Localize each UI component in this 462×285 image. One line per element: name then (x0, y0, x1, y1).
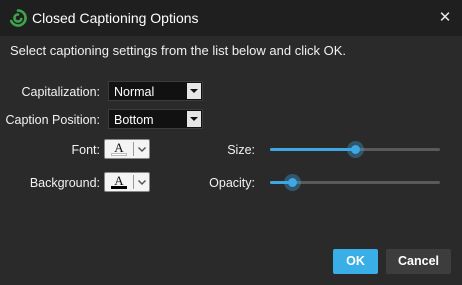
title-bar[interactable]: Closed Captioning Options ✕ (0, 0, 462, 36)
capitalization-value: Normal (114, 85, 155, 99)
background-color-picker[interactable]: A (104, 172, 150, 192)
chevron-down-icon (187, 83, 201, 99)
opacity-slider-thumb[interactable] (284, 174, 301, 191)
dialog-title: Closed Captioning Options (32, 10, 199, 26)
caption-position-value: Bottom (114, 113, 154, 127)
font-color-swatch: A (107, 140, 131, 157)
background-color-bar (111, 186, 127, 189)
chevron-down-icon (136, 175, 148, 189)
closed-captioning-dialog: Closed Captioning Options ✕ Select capti… (0, 0, 462, 285)
opacity-slider[interactable] (270, 172, 440, 192)
caption-position-select[interactable]: Bottom (108, 109, 203, 129)
color-picker-divider (133, 142, 134, 156)
font-label: Font: (71, 143, 101, 157)
font-color-picker[interactable]: A (104, 139, 150, 159)
background-label: Background: (29, 176, 100, 190)
size-slider[interactable] (270, 139, 440, 159)
size-slider-thumb[interactable] (347, 141, 364, 158)
size-slider-fill (270, 148, 355, 151)
background-color-swatch: A (107, 173, 131, 190)
chevron-down-icon (187, 111, 201, 127)
color-picker-divider (133, 175, 134, 189)
close-icon[interactable]: ✕ (436, 9, 454, 27)
ok-button[interactable]: OK (333, 249, 378, 274)
capitalization-select[interactable]: Normal (108, 81, 203, 101)
size-label: Size: (227, 143, 255, 157)
opacity-label: Opacity: (209, 176, 255, 190)
caption-position-label: Caption Position: (5, 113, 100, 127)
app-logo-icon (8, 8, 28, 28)
capitalization-label: Capitalization: (21, 85, 100, 99)
chevron-down-icon (136, 142, 148, 156)
cancel-button[interactable]: Cancel (386, 249, 451, 274)
font-color-bar (111, 153, 127, 156)
instruction-text: Select captioning settings from the list… (10, 43, 346, 58)
